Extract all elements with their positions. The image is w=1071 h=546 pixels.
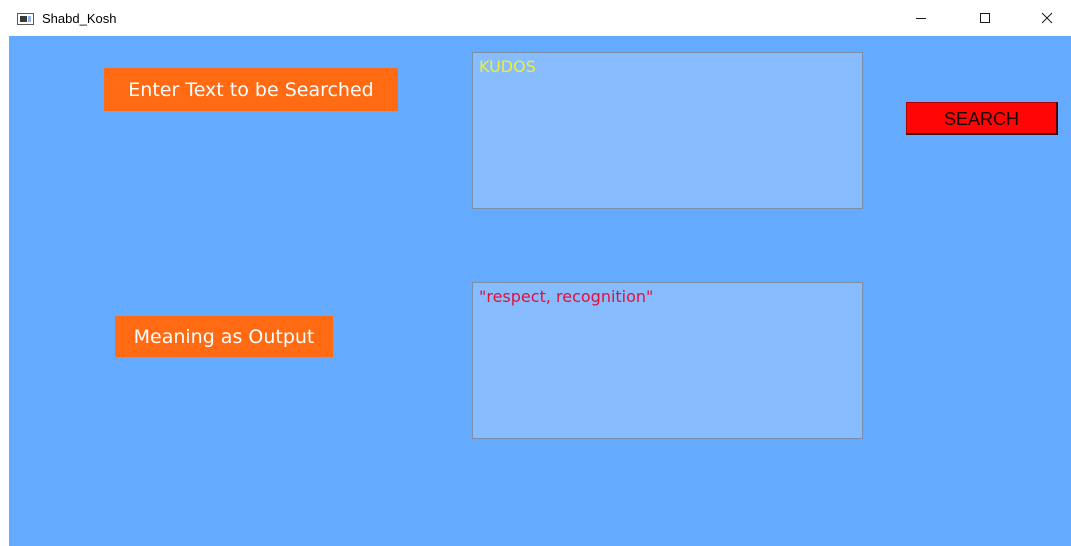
close-button[interactable]: [1024, 0, 1070, 36]
meaning-output-field[interactable]: "respect, recognition": [472, 282, 863, 439]
meaning-output-label: Meaning as Output: [115, 316, 333, 357]
main-panel: Enter Text to be Searched KUDOS SEARCH M…: [9, 36, 1071, 546]
window-title: Shabd_Kosh: [42, 11, 117, 26]
search-input[interactable]: KUDOS: [472, 52, 863, 209]
minimize-button[interactable]: [898, 0, 944, 36]
title-bar[interactable]: Shabd_Kosh: [0, 0, 1071, 36]
maximize-button[interactable]: [962, 0, 1008, 36]
app-window-icon: [17, 13, 34, 25]
maximize-icon: [980, 13, 990, 23]
close-icon: [1041, 12, 1053, 24]
search-text-label: Enter Text to be Searched: [104, 68, 398, 111]
minimize-icon: [916, 18, 926, 19]
search-button[interactable]: SEARCH: [906, 102, 1058, 135]
app-window: Shabd_Kosh Enter Text to be Searched KUD…: [0, 0, 1071, 546]
